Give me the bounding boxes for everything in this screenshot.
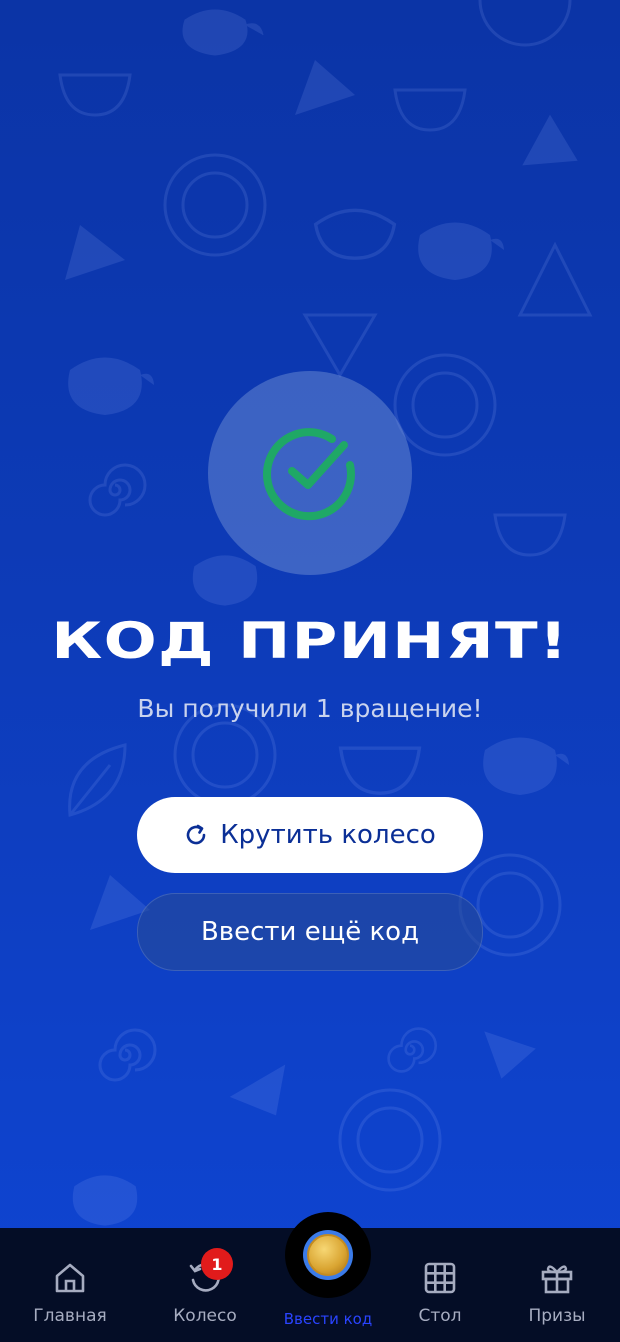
nav-label-wheel: Колесо <box>173 1306 237 1326</box>
nav-item-home[interactable]: Главная <box>8 1228 132 1342</box>
bowl-icon <box>313 208 397 260</box>
leaf-icon <box>68 743 127 817</box>
success-title: КОД ПРИНЯТ! <box>51 612 569 670</box>
success-subtitle: Вы получили 1 вращение! <box>137 694 483 723</box>
samsa-icon <box>65 225 125 280</box>
spiral-icon <box>98 1028 157 1082</box>
spiral-icon <box>387 1027 437 1073</box>
bowl-icon <box>338 746 422 795</box>
check-circle-icon <box>263 428 355 521</box>
coin-icon <box>303 1230 353 1280</box>
spiral-icon <box>88 463 147 517</box>
enter-another-code-label: Ввести ещё код <box>200 917 420 947</box>
samsa-icon <box>295 60 355 115</box>
nav-item-table[interactable]: Стол <box>378 1228 502 1342</box>
samsa-icon <box>517 241 593 317</box>
nav-item-prizes[interactable]: Призы <box>495 1228 619 1342</box>
bowl-icon <box>393 88 467 132</box>
teapot-icon <box>72 1175 138 1226</box>
enter-code-coin-button[interactable] <box>285 1212 371 1298</box>
background-pattern <box>0 0 620 1342</box>
plate-icon <box>478 0 572 47</box>
samsa-icon <box>302 313 378 378</box>
grid-icon <box>424 1262 456 1294</box>
bowl-icon <box>58 73 132 117</box>
teapot-icon <box>418 222 504 280</box>
teapot-icon <box>182 9 264 56</box>
nav-label-home: Главная <box>33 1306 107 1326</box>
gift-icon <box>541 1265 573 1294</box>
nav-label-enter-code: Ввести код <box>283 1310 373 1328</box>
plate-icon <box>163 153 267 257</box>
spin-wheel-label: Крутить колесо <box>220 820 436 850</box>
bowl-icon <box>493 513 567 557</box>
samsa-icon <box>229 1064 286 1116</box>
plate-icon <box>338 1088 442 1192</box>
wheel-badge: 1 <box>201 1248 233 1280</box>
samsa-icon <box>484 1031 536 1079</box>
nav-label-prizes: Призы <box>528 1306 586 1326</box>
success-indicator <box>208 371 412 575</box>
samsa-icon <box>522 114 578 166</box>
enter-another-code-button[interactable]: Ввести ещё код <box>137 893 483 971</box>
nav-item-wheel[interactable]: 1 Колесо <box>143 1228 267 1342</box>
teapot-icon <box>483 737 569 795</box>
spin-wheel-button[interactable]: Крутить колесо <box>137 797 483 873</box>
teapot-icon <box>68 357 154 415</box>
home-icon <box>55 1263 85 1293</box>
refresh-icon <box>186 824 206 845</box>
nav-label-table: Стол <box>418 1306 462 1326</box>
